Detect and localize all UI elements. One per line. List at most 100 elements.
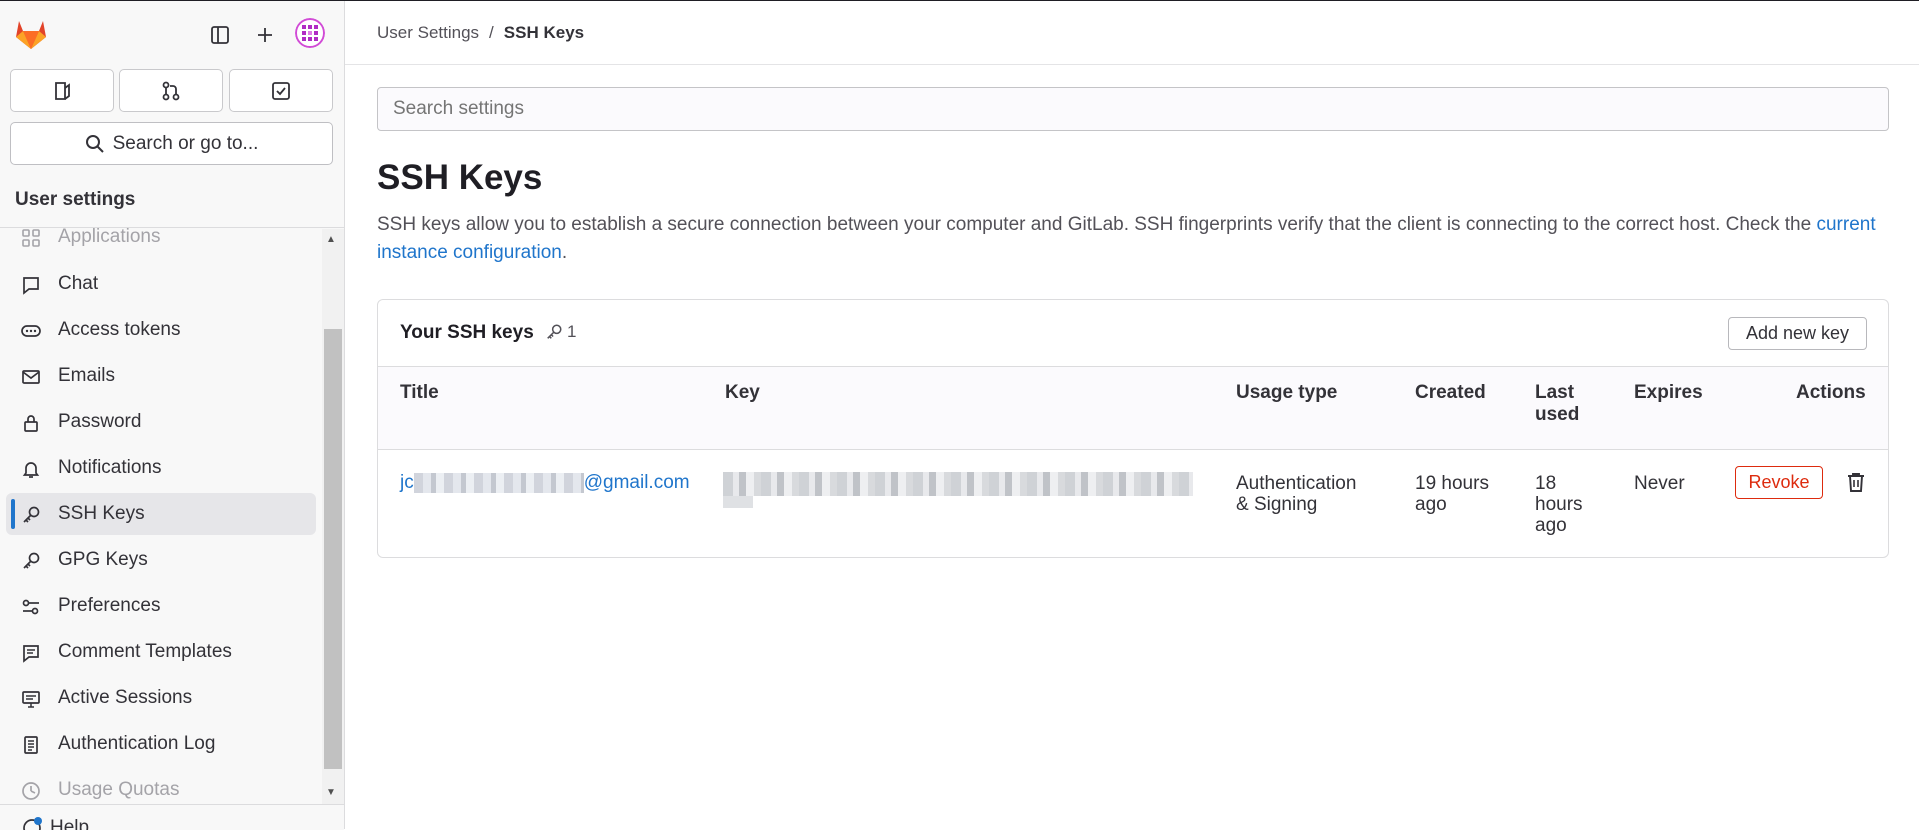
sidebar-scrollbar-thumb[interactable] [324, 329, 342, 769]
column-usage-type: Usage type [1236, 382, 1338, 403]
comment-icon [20, 274, 42, 296]
column-expires: Expires [1634, 382, 1703, 403]
avatar[interactable] [295, 18, 325, 48]
page-description: SSH keys allow you to establish a secure… [377, 211, 1897, 267]
add-new-key-button[interactable]: Add new key [1728, 317, 1867, 350]
sidebar: Search or go to... User settings Applica… [0, 1, 345, 830]
lock-icon [20, 412, 42, 434]
redacted-key [723, 472, 1193, 496]
breadcrumb-ssh-keys[interactable]: SSH Keys [504, 23, 584, 42]
sidebar-item-label: Active Sessions [58, 687, 193, 708]
issues-button[interactable] [10, 69, 114, 112]
breadcrumb-user-settings[interactable]: User Settings [377, 23, 479, 42]
preferences-icon [20, 596, 42, 618]
sidebar-item-label: GPG Keys [58, 549, 148, 570]
monitor-icon [20, 688, 42, 710]
sidebar-item-label: Access tokens [58, 319, 181, 340]
token-icon [20, 320, 42, 342]
help-label: Help [50, 817, 90, 830]
card-header: Your SSH keys 1 Add new key [378, 300, 1888, 367]
last-used-value: 18 hours ago [1535, 473, 1583, 536]
applications-icon [20, 228, 42, 249]
sidebar-item-emails[interactable]: Emails [6, 355, 316, 397]
sidebar-item-comment-templates[interactable]: Comment Templates [6, 631, 316, 673]
mail-icon [20, 366, 42, 388]
page-title: SSH Keys [377, 158, 543, 197]
search-icon [85, 134, 104, 153]
help-button[interactable]: Help [22, 817, 89, 830]
column-actions: Actions [1796, 382, 1866, 403]
column-title: Title [400, 382, 439, 403]
ssh-key-title-link[interactable]: jc @gmail.com [400, 472, 690, 494]
gitlab-logo-icon[interactable] [12, 15, 50, 51]
column-key: Key [725, 382, 760, 403]
sidebar-item-notifications[interactable]: Notifications [6, 447, 316, 489]
sidebar-item-applications[interactable]: Applications [6, 228, 316, 258]
sidebar-shortcuts [10, 69, 333, 113]
sidebar-item-label: Preferences [58, 595, 161, 616]
search-or-go-to-button[interactable]: Search or go to... [10, 122, 333, 165]
scroll-down-arrow-icon[interactable]: ▼ [326, 787, 336, 798]
key-count-badge: 1 [545, 322, 576, 342]
merge-requests-button[interactable] [119, 69, 223, 112]
sidebar-item-usage-quotas[interactable]: Usage Quotas [6, 769, 316, 804]
revoke-button[interactable]: Revoke [1735, 466, 1823, 499]
toggle-sidebar-icon[interactable] [204, 19, 236, 51]
comment-lines-icon [20, 642, 42, 664]
sidebar-item-label: Password [58, 411, 142, 432]
sidebar-item-preferences[interactable]: Preferences [6, 585, 316, 627]
breadcrumb: User Settings / SSH Keys [377, 23, 584, 43]
sidebar-item-gpg-keys[interactable]: GPG Keys [6, 539, 316, 581]
settings-search-input[interactable] [377, 87, 1889, 131]
column-last-used: Last used [1535, 382, 1580, 425]
sidebar-item-label: Emails [58, 365, 116, 386]
key-icon [547, 324, 562, 339]
table-header: Title Key Usage type Created Last used Ex… [378, 367, 1888, 450]
description-end: . [561, 242, 568, 263]
sidebar-item-label: SSH Keys [58, 503, 145, 524]
breadcrumb-separator: / [489, 23, 494, 42]
trash-icon [1848, 473, 1864, 492]
scroll-up-arrow-icon[interactable]: ▲ [326, 234, 336, 245]
plus-icon[interactable] [249, 19, 281, 51]
redacted-text [413, 472, 584, 493]
sidebar-section-title: User settings [15, 189, 136, 210]
sidebar-item-active-sessions[interactable]: Active Sessions [6, 677, 316, 719]
column-created: Created [1415, 382, 1486, 403]
log-icon [20, 734, 42, 756]
created-value: 19 hours ago [1415, 473, 1489, 515]
quota-icon [20, 780, 42, 802]
sidebar-nav: Applications Chat Access tokens Emails P… [0, 228, 324, 804]
key-icon [20, 504, 42, 526]
usage-type-value: Authentication & Signing [1236, 473, 1357, 515]
sidebar-item-access-tokens[interactable]: Access tokens [6, 309, 316, 351]
bell-icon [20, 458, 42, 480]
sidebar-item-label: Chat [58, 273, 99, 294]
expires-value: Never [1634, 473, 1685, 494]
sidebar-item-chat[interactable]: Chat [6, 263, 316, 305]
card-title: Your SSH keys [400, 322, 534, 343]
description-text: SSH keys allow you to establish a secure… [377, 214, 1817, 235]
sidebar-header [0, 1, 345, 61]
sidebar-item-password[interactable]: Password [6, 401, 316, 443]
sidebar-item-label: Applications [58, 228, 161, 247]
key-icon [20, 550, 42, 572]
sidebar-item-label: Authentication Log [58, 733, 216, 754]
sidebar-item-label: Notifications [58, 457, 162, 478]
divider [345, 64, 1919, 65]
sidebar-item-authentication-log[interactable]: Authentication Log [6, 723, 316, 765]
todos-button[interactable] [229, 69, 333, 112]
ssh-keys-card: Your SSH keys 1 Add new key Title Key Us… [377, 299, 1889, 558]
sidebar-item-ssh-keys[interactable]: SSH Keys [6, 493, 316, 535]
issues-icon [55, 81, 70, 100]
sidebar-item-label: Usage Quotas [58, 779, 180, 800]
key-count: 1 [567, 322, 577, 341]
sidebar-footer: Help [0, 804, 344, 830]
todo-icon [272, 81, 290, 100]
help-icon [22, 817, 42, 830]
search-label: Search or go to... [112, 132, 259, 154]
delete-key-button[interactable] [1843, 469, 1869, 495]
redacted-key [723, 496, 753, 508]
merge-request-icon [162, 81, 180, 100]
sidebar-item-label: Comment Templates [58, 641, 232, 662]
